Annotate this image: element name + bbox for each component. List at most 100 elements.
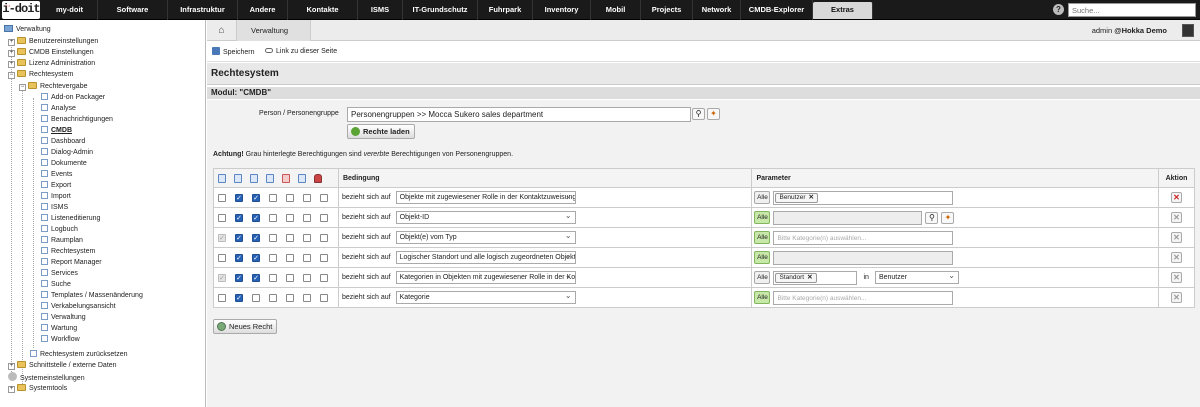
tree-item-schnittstelle-externe-daten[interactable]: + Schnittstelle / externe Daten [8,360,117,371]
right-checkbox[interactable] [252,293,260,302]
tree-item-verkabelungsansicht[interactable]: Verkabelungsansicht [41,301,116,312]
nav-item-andere[interactable]: Andere [238,0,288,20]
right-checkbox[interactable] [286,273,294,282]
tree-item-templates-massenänderung[interactable]: Templates / Massenänderung [41,290,143,301]
tree-item-export[interactable]: Export [41,180,71,191]
nav-item-projects[interactable]: Projects [641,0,693,20]
remove-tag-icon[interactable]: ✕ [807,274,812,281]
right-checkbox[interactable] [218,193,226,202]
right-checkbox[interactable] [269,253,277,262]
tree-item-rechtesystem-zurücksetzen[interactable]: Rechtesystem zurücksetzen [30,349,128,360]
nav-item-cmdb-explorer[interactable]: CMDB-Explorer [741,0,813,20]
right-checkbox[interactable]: ✓ [235,213,243,222]
alle-button[interactable]: Alle [754,291,771,304]
right-checkbox[interactable] [320,293,328,302]
tree-item-benachrichtigungen[interactable]: Benachrichtigungen [41,114,113,125]
right-checkbox[interactable] [320,253,328,262]
tree-item-raumplan[interactable]: Raumplan [41,235,83,246]
right-checkbox[interactable]: ✓ [218,273,226,282]
tree-item-verwaltung[interactable]: Verwaltung [41,312,86,323]
tree-item-systemeinstellungen[interactable]: Systemeinstellungen [8,372,85,383]
search-object-icon[interactable]: ⚲ [925,211,939,224]
expand-icon[interactable]: + [8,39,15,46]
right-checkbox[interactable] [269,293,277,302]
right-checkbox[interactable]: ✓ [235,293,243,302]
nav-item-infrastruktur[interactable]: Infrastruktur [168,0,238,20]
parameter-input[interactable] [773,210,923,225]
tree-item-rechtesystem[interactable]: Rechtesystem [41,246,95,257]
right-checkbox[interactable]: ✓ [252,233,260,242]
tree-item-cmdb[interactable]: CMDB [41,125,72,136]
condition-select[interactable]: Logischer Standort und alle logisch zuge… [395,251,576,264]
remove-tag-icon[interactable]: ✕ [809,194,814,201]
nav-item-inventory[interactable]: Inventory [533,0,591,20]
nav-item-kontakte[interactable]: Kontakte [288,0,358,20]
person-group-field[interactable]: Personengruppen >> Mocca Sukero sales de… [347,107,691,122]
parameter-input[interactable]: Bitte Kategorie(n) auswählen... [773,230,954,245]
help-icon[interactable]: ? [1053,4,1064,15]
new-right-button[interactable]: Neues Recht [213,319,278,334]
alle-button[interactable]: Alle [754,211,771,224]
tree-item-listeneditierung[interactable]: Listeneditierung [41,213,100,224]
right-checkbox[interactable] [320,213,328,222]
expand-icon[interactable]: + [8,386,15,393]
condition-select[interactable]: Kategorie [395,291,576,304]
right-checkbox[interactable]: ✓ [235,273,243,282]
right-checkbox[interactable]: ✓ [252,273,260,282]
parameter-input[interactable]: Benutzer ✕ [773,190,954,205]
nav-item-it-grundschutz[interactable]: IT-Grundschutz [403,0,478,20]
right-checkbox[interactable] [269,233,277,242]
delete-right-icon[interactable]: ✕ [1171,292,1182,303]
alle-button[interactable]: Alle [754,191,771,204]
right-checkbox[interactable] [286,253,294,262]
detach-person-icon[interactable]: ✦ [707,108,720,120]
alle-button[interactable]: Alle [754,251,771,264]
expand-icon[interactable]: + [8,50,15,57]
tree-item-logbuch[interactable]: Logbuch [41,224,78,235]
parameter-input[interactable]: Standort ✕ [773,270,858,285]
right-checkbox[interactable] [303,233,311,242]
tree-item-verwaltung[interactable]: Verwaltung [4,24,51,35]
nav-item-isms[interactable]: ISMS [358,0,403,20]
right-checkbox[interactable] [303,213,311,222]
user-avatar-icon[interactable] [1182,24,1194,37]
nav-item-my-doit[interactable]: my-doit [42,0,98,20]
right-checkbox[interactable] [286,233,294,242]
search-input[interactable] [1068,3,1196,17]
nav-item-software[interactable]: Software [98,0,168,20]
nav-item-network[interactable]: Network [693,0,741,20]
save-button[interactable]: Speichern [212,47,255,58]
alle-button[interactable]: Alle [754,231,771,244]
tree-item-dashboard[interactable]: Dashboard [41,136,85,147]
tree-item-services[interactable]: Services [41,268,78,279]
right-checkbox[interactable] [218,293,226,302]
right-checkbox[interactable] [286,193,294,202]
role-select[interactable]: Benutzer [874,271,959,284]
parameter-input[interactable]: Bitte Kategorie(n) auswählen... [773,290,954,305]
tree-item-events[interactable]: Events [41,169,72,180]
breadcrumb-verwaltung[interactable]: Verwaltung [237,20,312,41]
collapse-icon[interactable]: − [19,84,26,91]
delete-right-icon[interactable]: ✕ [1171,232,1182,243]
condition-select[interactable]: Objekte mit zugewiesener Rolle in der Ko… [395,191,576,204]
right-checkbox[interactable] [320,273,328,282]
right-checkbox[interactable] [269,193,277,202]
load-rights-button[interactable]: Rechte laden [347,124,415,139]
link-button[interactable]: Link zu dieser Seite [265,47,337,57]
tree-item-analyse[interactable]: Analyse [41,103,76,114]
right-checkbox[interactable] [286,213,294,222]
condition-select[interactable]: Objekt(e) vom Typ [395,231,576,244]
right-checkbox[interactable] [218,253,226,262]
tree-item-rechtevergabe[interactable]: − Rechtevergabe [19,81,87,92]
right-checkbox[interactable] [303,293,311,302]
right-checkbox[interactable]: ✓ [252,193,260,202]
right-checkbox[interactable] [286,293,294,302]
detach-object-icon[interactable]: ✦ [941,211,955,224]
right-checkbox[interactable] [269,273,277,282]
condition-select[interactable]: Kategorien in Objekten mit zugewiesener … [395,271,576,284]
nav-item-fuhrpark[interactable]: Fuhrpark [478,0,533,20]
right-checkbox[interactable] [303,253,311,262]
tree-item-add-on-packager[interactable]: Add-on Packager [41,92,105,103]
tree-item-benutzereinstellungen[interactable]: + Benutzereinstellungen [8,36,98,47]
delete-right-icon[interactable]: ✕ [1171,252,1182,263]
